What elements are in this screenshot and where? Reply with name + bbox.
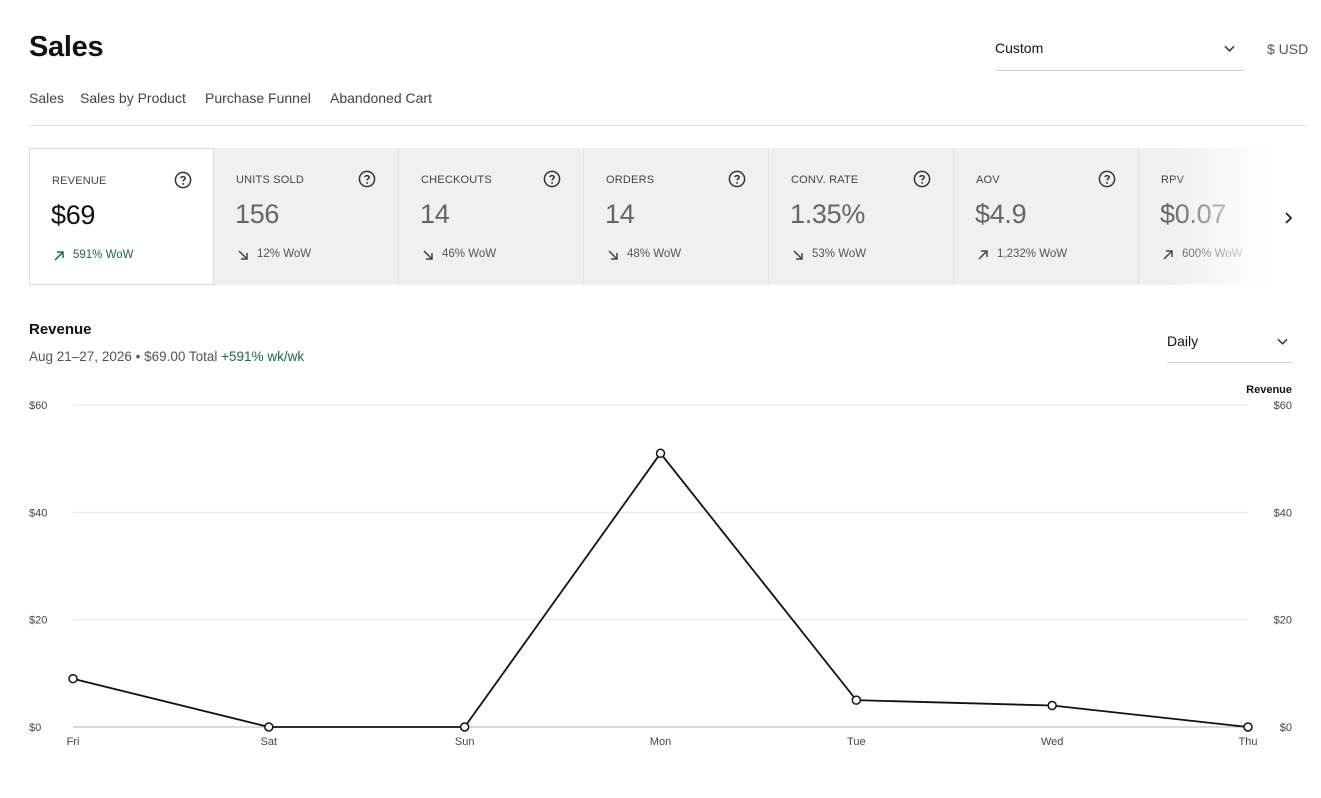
question-circle-icon[interactable] xyxy=(1098,170,1116,188)
tab-abandoned-cart[interactable]: Abandoned Cart xyxy=(330,90,432,126)
metric-card-conv-rate[interactable]: CONV. RATE 1.35% 53% WoW xyxy=(769,148,954,285)
data-point xyxy=(1243,722,1253,732)
interval-value: Daily xyxy=(1167,333,1199,349)
metric-cards: REVENUE $69 591% WoW UNITS SOLD 156 12% WoW CH… xyxy=(29,148,1270,285)
data-point xyxy=(264,722,274,732)
metric-card-orders[interactable]: ORDERS 14 48% WoW xyxy=(584,148,769,285)
question-circle-icon[interactable] xyxy=(174,171,192,189)
x-tick-label: Fri xyxy=(67,736,80,748)
page-title: Sales xyxy=(29,31,104,63)
metric-value: 14 xyxy=(420,199,450,229)
x-tick-label: Tue xyxy=(847,736,866,748)
data-point xyxy=(68,673,78,684)
arrow-down-right-icon xyxy=(422,248,434,260)
arrow-down-right-icon xyxy=(237,248,249,260)
arrow-down-right-icon xyxy=(607,248,619,260)
tab-bar: Sales Sales by Product Purchase Funnel A… xyxy=(29,90,1307,126)
metric-label: UNITS SOLD xyxy=(236,174,305,186)
question-circle-icon[interactable] xyxy=(543,170,561,188)
y-tick-label-right: $20 xyxy=(1274,615,1292,627)
metric-card-units-sold[interactable]: UNITS SOLD 156 12% WoW xyxy=(214,148,399,285)
metric-value: $69 xyxy=(51,200,96,230)
data-point xyxy=(459,722,470,732)
y-tick-label-right: $60 xyxy=(1274,400,1292,412)
x-tick-label: Sun xyxy=(455,736,475,748)
revenue-line-chart: $0 $0 $20 $20 $40 $40 $60 $60 Revenue Fri Sat Sun Mo… xyxy=(29,384,1292,748)
metric-value: 14 xyxy=(605,199,635,229)
chevron-down-icon xyxy=(1277,338,1288,345)
arrow-up-right-icon xyxy=(977,248,989,260)
data-point xyxy=(655,448,666,459)
chart-change: +591% wk/wk xyxy=(221,349,305,364)
metric-label: CHECKOUTS xyxy=(421,174,492,186)
y-tick-label-right: $0 xyxy=(1280,722,1292,734)
date-range-value: Custom xyxy=(995,40,1044,56)
y-tick-label-left: $0 xyxy=(29,722,41,734)
metric-change: 46% WoW xyxy=(442,248,497,260)
tab-sales-by-product[interactable]: Sales by Product xyxy=(80,90,186,126)
arrow-up-right-icon xyxy=(1162,248,1174,260)
date-range-select[interactable]: Custom xyxy=(995,30,1245,71)
tab-purchase-funnel[interactable]: Purchase Funnel xyxy=(205,90,311,126)
arrow-up-right-icon xyxy=(53,249,65,261)
interval-select[interactable]: Daily xyxy=(1167,323,1292,363)
tab-sales[interactable]: Sales xyxy=(29,90,64,126)
series-line xyxy=(72,451,1249,728)
metric-label: AOV xyxy=(976,174,1000,186)
metric-change: 591% WoW xyxy=(73,249,134,261)
x-tick-label: Thu xyxy=(1239,736,1258,748)
metric-label: ORDERS xyxy=(606,174,655,186)
metric-label: REVENUE xyxy=(52,175,107,187)
metric-card-checkouts[interactable]: CHECKOUTS 14 46% WoW xyxy=(399,148,584,285)
metric-label: CONV. RATE xyxy=(791,174,859,186)
question-circle-icon[interactable] xyxy=(728,170,746,188)
y-tick-label-left: $40 xyxy=(29,507,47,519)
metric-change: 1,232% WoW xyxy=(997,248,1068,260)
currency-label: $ USD xyxy=(1267,41,1309,57)
x-tick-label: Sat xyxy=(261,736,278,748)
arrow-down-right-icon xyxy=(792,248,804,260)
metric-card-aov[interactable]: AOV $4.9 1,232% WoW xyxy=(954,148,1139,285)
metric-label: RPV xyxy=(1161,174,1185,186)
legend-series-name: Revenue xyxy=(1246,384,1292,396)
metric-value: 1.35% xyxy=(790,199,866,229)
question-circle-icon[interactable] xyxy=(358,170,376,188)
chart-subtitle: Aug 21–27, 2026 • $69.00 Total +591% wk/… xyxy=(29,349,304,364)
y-tick-label-left: $20 xyxy=(29,615,47,627)
metric-card-rpv[interactable]: RPV $0.07 600% WoW xyxy=(1139,148,1270,285)
x-tick-label: Wed xyxy=(1041,736,1063,748)
question-circle-icon[interactable] xyxy=(913,170,931,188)
data-point xyxy=(851,695,862,705)
chart-title: Revenue xyxy=(29,321,92,338)
chevron-right-icon[interactable] xyxy=(1279,205,1299,231)
metric-change: 48% WoW xyxy=(627,248,682,260)
metric-value: $4.9 xyxy=(975,199,1027,229)
metric-change: 600% WoW xyxy=(1182,248,1243,260)
y-tick-label-left: $60 xyxy=(29,400,47,412)
x-tick-label: Mon xyxy=(650,736,671,748)
metric-change: 12% WoW xyxy=(257,248,312,260)
metric-value: $0.07 xyxy=(1160,199,1227,229)
chevron-down-icon xyxy=(1224,45,1235,52)
metric-change: 53% WoW xyxy=(812,248,867,260)
y-tick-label-right: $40 xyxy=(1274,507,1292,519)
chart-subtitle-text: Aug 21–27, 2026 • $69.00 Total xyxy=(29,349,218,364)
metric-value: 156 xyxy=(235,199,280,229)
data-point xyxy=(1047,700,1057,711)
metric-card-revenue[interactable]: REVENUE $69 591% WoW xyxy=(29,148,214,285)
